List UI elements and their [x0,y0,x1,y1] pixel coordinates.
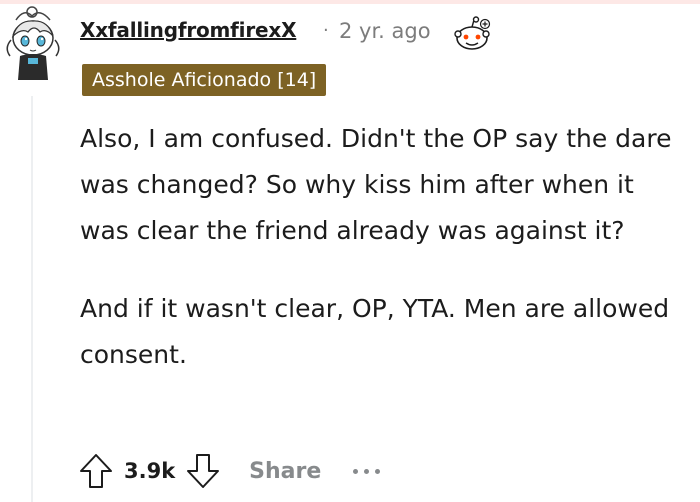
top-divider [0,0,700,4]
meta-separator: · [323,20,329,41]
vote-score: 3.9k [124,459,176,483]
thread-line[interactable] [31,96,33,502]
avatar[interactable] [2,2,64,82]
downvote-button[interactable] [183,451,223,491]
comment-timestamp[interactable]: 2 yr. ago [339,19,431,43]
more-options-icon [364,468,370,474]
arrow-down-icon [187,454,220,488]
comment-actions: 3.9k Share [76,448,382,494]
more-options-icon [375,468,381,474]
more-options-button[interactable] [351,463,382,480]
user-flair: Asshole Aficionado [14] [82,64,327,96]
upvote-button[interactable] [76,451,116,491]
username-link[interactable]: XxfallingfromfirexX [80,18,296,42]
more-options-icon [353,468,359,474]
comment-paragraph: And if it wasn't clear, OP, YTA. Men are… [80,294,670,369]
comment-view: XxfallingfromfirexX · 2 yr. ago Asshole … [0,0,700,502]
comment-body: Also, I am confused. Didn't the OP say t… [80,116,680,378]
award-icon[interactable] [452,16,492,52]
arrow-up-icon [80,454,112,488]
comment-paragraph: Also, I am confused. Didn't the OP say t… [80,124,672,245]
share-button[interactable]: Share [249,459,321,484]
